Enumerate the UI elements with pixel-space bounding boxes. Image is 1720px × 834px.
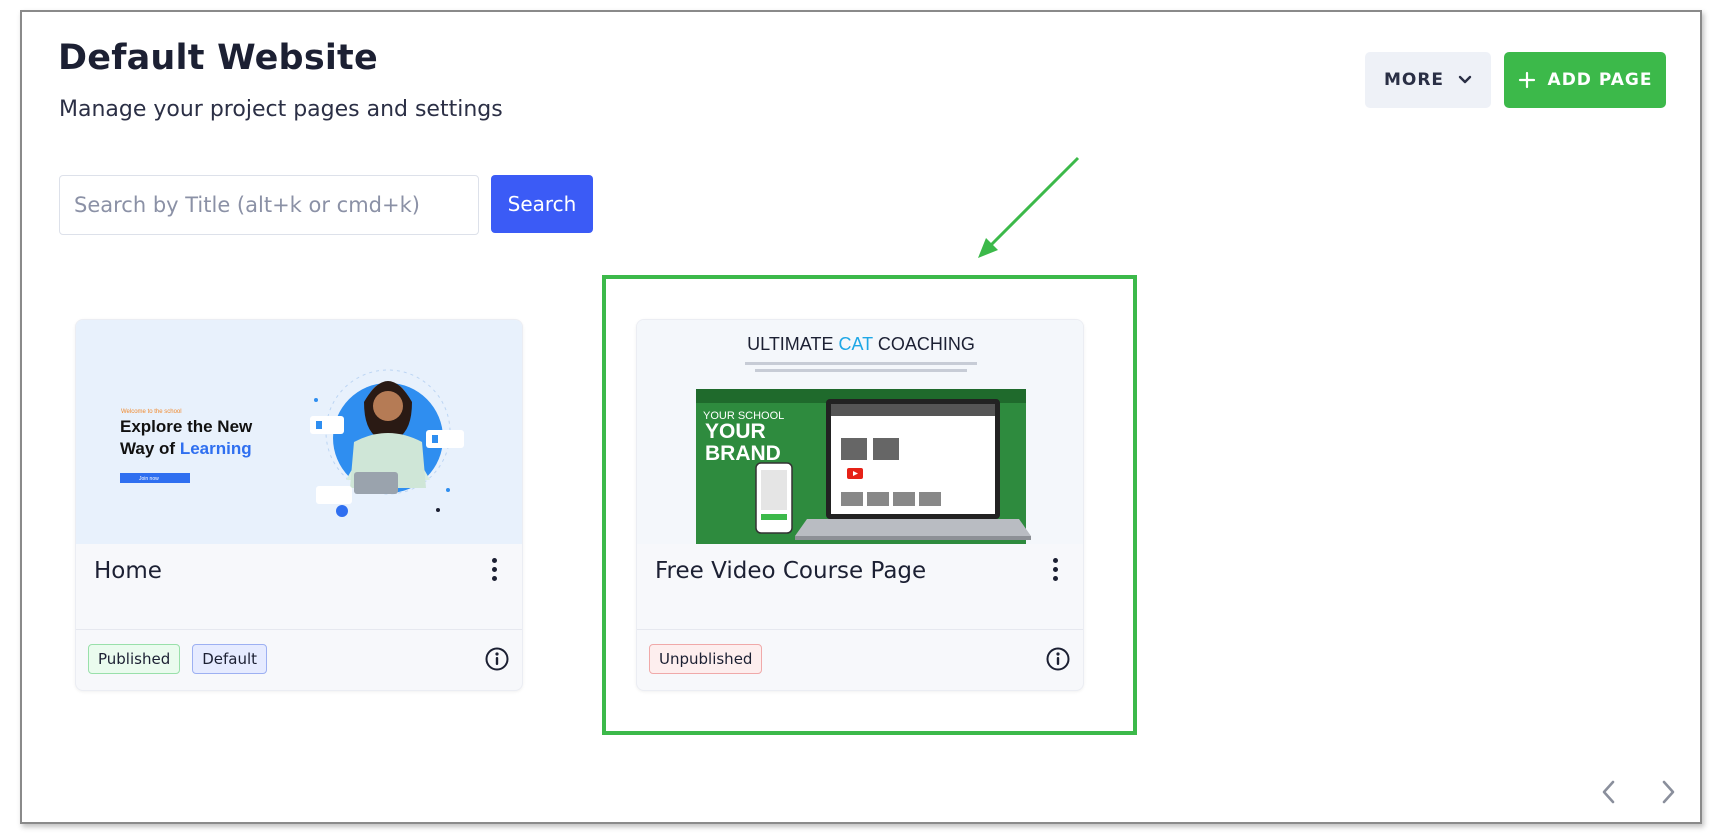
card-divider (637, 629, 1083, 630)
course-thumb-heading-accent: CAT (838, 334, 873, 354)
search-input[interactable] (59, 175, 479, 235)
arrow-annotation (978, 156, 1080, 258)
card-title[interactable]: Free Video Course Page (655, 558, 926, 584)
more-dropdown-button[interactable]: MORE (1365, 52, 1491, 108)
card-badges: Unpublished (649, 644, 763, 674)
app-window: Default Website Manage your project page… (20, 10, 1702, 824)
info-circle-icon[interactable] (1045, 646, 1071, 672)
kebab-menu-icon[interactable] (484, 554, 504, 584)
page-card-free-video-course[interactable]: ULTIMATE CAT COACHING YOUR SCHOOL YOUR B… (636, 319, 1084, 691)
chevron-right-icon[interactable] (1656, 778, 1680, 806)
status-badge-unpublished: Unpublished (649, 644, 763, 674)
course-thumb-video-line2: YOUR (705, 420, 766, 443)
card-title[interactable]: Home (94, 558, 162, 584)
search-button[interactable]: Search (491, 175, 593, 233)
page-title: Default Website (58, 38, 378, 78)
page-thumbnail[interactable]: Welcome to the school Explore the New Wa… (76, 320, 522, 544)
chevron-left-icon[interactable] (1597, 778, 1621, 806)
status-badge-default: Default (192, 644, 268, 674)
home-thumb-headline-2-accent: Learning (180, 439, 252, 458)
card-divider (76, 629, 522, 630)
course-thumb-heading-prefix: ULTIMATE (747, 334, 838, 354)
status-badge-published: Published (88, 644, 181, 674)
home-thumb-eyebrow: Welcome to the school (121, 409, 182, 415)
course-thumb-video-line3: BRAND (705, 442, 781, 465)
card-badges: Published Default (88, 644, 268, 674)
home-thumb-cta: Join now (139, 476, 159, 482)
home-thumb-headline-1: Explore the New (120, 417, 253, 436)
home-thumb-headline-2-prefix: Way of (120, 439, 180, 458)
home-thumbnail-illustration: Welcome to the school Explore the New Wa… (76, 320, 522, 544)
home-thumb-headline-2: Way of Learning (120, 439, 252, 458)
course-thumbnail-illustration: ULTIMATE CAT COACHING YOUR SCHOOL YOUR B… (637, 320, 1083, 544)
page-thumbnail[interactable]: ULTIMATE CAT COACHING YOUR SCHOOL YOUR B… (637, 320, 1083, 544)
add-page-label: ADD PAGE (1547, 70, 1653, 90)
course-thumb-heading-suffix: COACHING (873, 334, 975, 354)
add-page-button[interactable]: ADD PAGE (1504, 52, 1666, 108)
kebab-menu-icon[interactable] (1045, 554, 1065, 584)
course-thumb-heading: ULTIMATE CAT COACHING (747, 334, 975, 354)
page-card-home[interactable]: Welcome to the school Explore the New Wa… (75, 319, 523, 691)
more-label: MORE (1383, 70, 1445, 90)
chevron-down-icon (1458, 75, 1472, 84)
info-circle-icon[interactable] (484, 646, 510, 672)
plus-icon (1518, 71, 1535, 89)
page-subtitle: Manage your project pages and settings (59, 97, 503, 122)
